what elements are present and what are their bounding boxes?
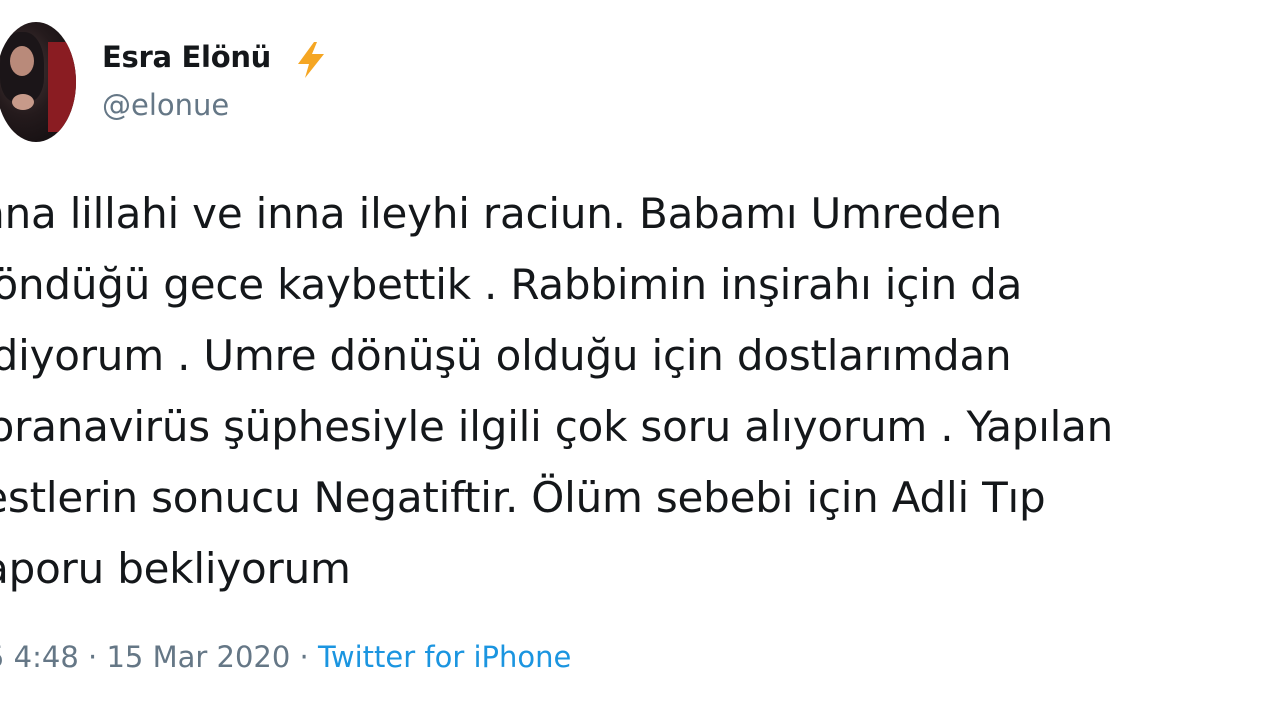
tweet-text-line: ediyorum . Umre dönüşü olduğu için dostl…: [0, 331, 1012, 380]
tweet-text-line: döndüğü gece kaybettik . Rabbimin inşira…: [0, 260, 1023, 309]
lightning-bolt-icon: [298, 42, 324, 78]
tweet-text-line: koranavirüs şüphesiyle ilgili çok soru a…: [0, 402, 1114, 451]
tweet-meta: 5 4:48 · 15 Mar 2020 · Twitter for iPhon…: [0, 640, 571, 674]
author-handle[interactable]: @elonue: [102, 88, 229, 122]
meta-separator: ·: [88, 640, 98, 674]
avatar[interactable]: [0, 22, 76, 142]
tweet-time[interactable]: 5 4:48: [0, 640, 79, 674]
tweet-card: Esra Elönü @elonue İnna lillahi ve inna …: [0, 0, 1280, 720]
author-display-name[interactable]: Esra Elönü: [102, 40, 271, 74]
avatar-background-shape: [48, 42, 76, 132]
meta-separator: ·: [299, 640, 309, 674]
avatar-face-shape: [10, 46, 34, 76]
tweet-text-line: raporu bekliyorum: [0, 544, 351, 593]
tweet-date[interactable]: 15 Mar 2020: [106, 640, 290, 674]
tweet-source-link[interactable]: Twitter for iPhone: [318, 640, 571, 674]
tweet-text: İnna lillahi ve inna ileyhi raciun. Baba…: [0, 178, 1280, 604]
avatar-hand-shape: [12, 94, 34, 110]
tweet-text-line: İnna lillahi ve inna ileyhi raciun. Baba…: [0, 189, 1003, 238]
tweet-text-line: testlerin sonucu Negatiftir. Ölüm sebebi…: [0, 473, 1046, 522]
